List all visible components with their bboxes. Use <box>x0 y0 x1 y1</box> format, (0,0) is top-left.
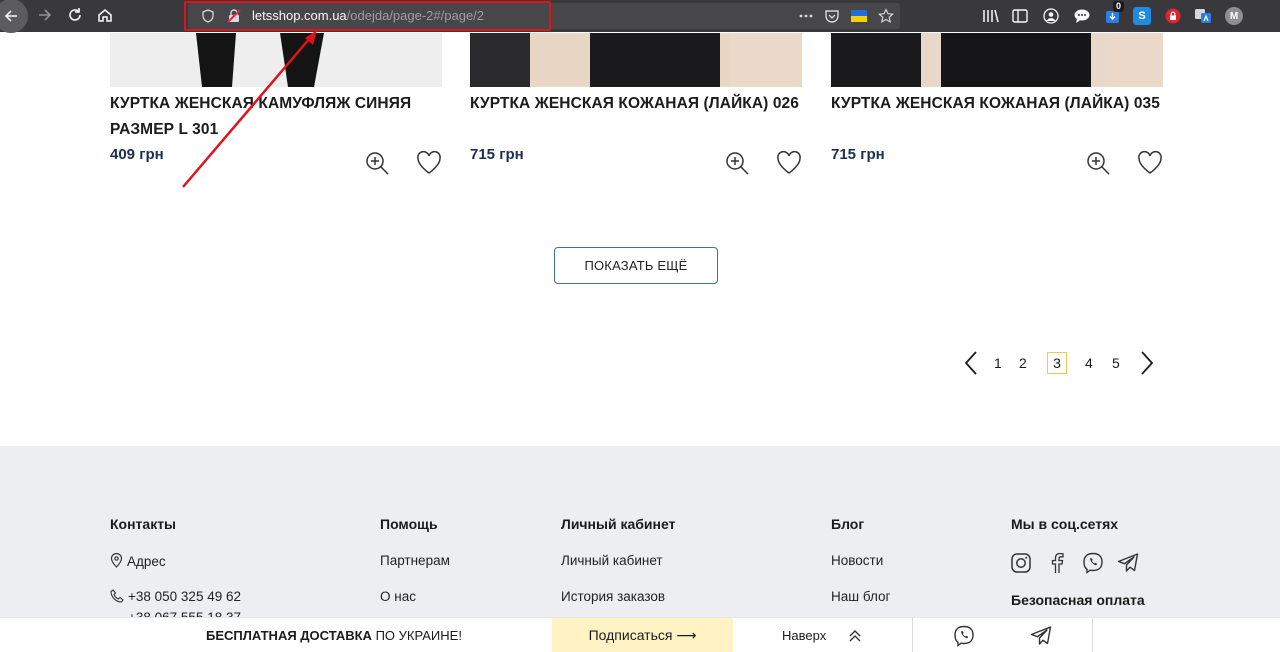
product-card[interactable]: КУРТКА ЖЕНСКАЯ КОЖАНАЯ (ЛАЙКА) 026 715 г… <box>470 33 802 175</box>
to-top-label: Наверх <box>782 628 827 643</box>
page-1[interactable]: 1 <box>994 352 1002 374</box>
url-path: /odejda/page-2#/page/2 <box>346 8 485 23</box>
product-price: 715 грн <box>470 146 524 163</box>
page-5[interactable]: 5 <box>1112 352 1120 374</box>
footer-link-orders[interactable]: История заказов <box>561 589 665 604</box>
library-icon[interactable] <box>982 7 1000 25</box>
free-delivery-banner: БЕСПЛАТНАЯ ДОСТАВКА ПО УКРАИНЕ! <box>206 628 462 643</box>
footer-payment-title: Безопасная оплата <box>1011 592 1145 608</box>
to-top-button[interactable]: Наверх <box>782 628 826 643</box>
footer-social: Мы в соц.сетях Безопасная оплата <box>1011 516 1145 608</box>
viber-icon[interactable] <box>953 625 975 647</box>
url-text[interactable]: letsshop.com.ua/odejda/page-2#/page/2 <box>252 8 484 23</box>
instagram-icon[interactable] <box>1010 552 1032 574</box>
footer-link-about[interactable]: О нас <box>380 589 416 604</box>
page-actions-icon[interactable] <box>798 8 814 24</box>
footer-account-title: Личный кабинет <box>561 516 676 532</box>
pagination: 1 2 3 4 5 <box>960 350 1160 376</box>
product-image[interactable] <box>110 33 442 87</box>
extension-badge: 0 <box>1113 1 1125 12</box>
phone-link[interactable]: +38 050 325 49 62 <box>110 589 241 604</box>
product-title[interactable]: КУРТКА ЖЕНСКАЯ КОЖАНАЯ (ЛАЙКА) 035 <box>831 91 1171 117</box>
footer-link-account[interactable]: Личный кабинет <box>561 553 663 568</box>
s-extension-icon[interactable]: S <box>1133 7 1151 25</box>
reload-button[interactable] <box>60 0 90 30</box>
sidebar-icon[interactable] <box>1011 7 1029 25</box>
page-2[interactable]: 2 <box>1019 352 1027 374</box>
address-text: Адрес <box>127 554 166 569</box>
footer-help-title: Помощь <box>380 516 438 532</box>
page-4[interactable]: 4 <box>1085 352 1093 374</box>
footer-help: Помощь Партнерам О нас <box>380 516 450 604</box>
phone-1: +38 050 325 49 62 <box>128 589 241 604</box>
show-more-button[interactable]: ПОКАЗАТЬ ЕЩЁ <box>554 247 718 284</box>
account-icon[interactable] <box>1042 7 1060 25</box>
product-title[interactable]: КУРТКА ЖЕНСКАЯ КОЖАНАЯ (ЛАЙКА) 026 <box>470 91 810 117</box>
page-3-current[interactable]: 3 <box>1047 352 1067 374</box>
reload-icon <box>69 8 81 21</box>
delivery-bold: БЕСПЛАТНАЯ ДОСТАВКА <box>206 628 372 643</box>
chevron-left-icon[interactable] <box>962 350 980 376</box>
heart-icon[interactable] <box>776 150 802 176</box>
footer-account: Личный кабинет Личный кабинет История за… <box>561 516 676 604</box>
viber-icon[interactable] <box>1082 552 1104 574</box>
divider <box>912 618 913 652</box>
bottom-sticky-bar: БЕСПЛАТНАЯ ДОСТАВКА ПО УКРАИНЕ! Подписат… <box>0 617 1280 652</box>
zoom-in-icon[interactable] <box>1085 150 1111 176</box>
bookmark-star-icon[interactable] <box>878 8 894 24</box>
divider <box>1092 618 1093 652</box>
zoom-in-icon[interactable] <box>724 150 750 176</box>
footer-contacts: Контакты Адрес +38 050 325 49 62 +38 067… <box>110 516 241 625</box>
footer-contacts-title: Контакты <box>110 516 177 532</box>
browser-toolbar: letsshop.com.ua/odejda/page-2#/page/2 0 … <box>0 0 1280 33</box>
telegram-icon[interactable] <box>1030 625 1052 647</box>
zoom-in-icon[interactable] <box>364 150 390 176</box>
ukraine-flag-icon[interactable] <box>851 8 867 24</box>
forward-button[interactable] <box>30 0 60 30</box>
chat-extension-icon[interactable] <box>1073 7 1091 25</box>
footer-social-title: Мы в соц.сетях <box>1011 516 1119 532</box>
subscribe-button[interactable]: Подписаться ⟶ <box>552 618 733 652</box>
lock-extension-icon[interactable] <box>1164 7 1182 25</box>
facebook-icon[interactable] <box>1046 552 1068 574</box>
chevron-right-icon[interactable] <box>1138 350 1156 376</box>
profile-avatar[interactable]: M <box>1225 7 1243 25</box>
double-chevron-up-icon[interactable] <box>847 628 863 644</box>
translate-extension-icon[interactable] <box>1194 7 1212 25</box>
arrow-right-icon <box>39 9 52 21</box>
shield-icon[interactable] <box>200 8 216 24</box>
footer-blog-title: Блог <box>831 516 865 532</box>
arrow-left-icon <box>4 10 17 22</box>
product-card[interactable]: КУРТКА ЖЕНСКАЯ КАМУФЛЯЖ СИНЯЯ РАЗМЕР L 3… <box>110 33 442 175</box>
phone-icon <box>110 589 124 603</box>
url-host: letsshop.com.ua <box>252 8 347 23</box>
product-price: 409 грн <box>110 146 164 163</box>
insecure-lock-icon[interactable] <box>226 8 242 24</box>
heart-icon[interactable] <box>416 150 442 176</box>
url-bar[interactable]: letsshop.com.ua/odejda/page-2#/page/2 <box>188 3 900 29</box>
product-image[interactable] <box>470 33 802 87</box>
home-icon <box>98 9 112 22</box>
page-root: letsshop.com.ua/odejda/page-2#/page/2 0 … <box>0 0 1280 652</box>
pocket-icon[interactable] <box>824 8 840 24</box>
delivery-rest: ПО УКРАИНЕ! <box>371 628 462 643</box>
footer-link-partners[interactable]: Партнерам <box>380 553 450 568</box>
home-button[interactable] <box>90 0 120 30</box>
product-image[interactable] <box>831 33 1163 87</box>
product-card[interactable]: КУРТКА ЖЕНСКАЯ КОЖАНАЯ (ЛАЙКА) 035 715 г… <box>831 33 1163 175</box>
footer-blog: Блог Новости Наш блог <box>831 516 890 604</box>
footer-link-news[interactable]: Новости <box>831 553 883 568</box>
telegram-icon[interactable] <box>1117 552 1139 574</box>
back-button[interactable] <box>0 0 28 33</box>
product-price: 715 грн <box>831 146 885 163</box>
address-link[interactable]: Адрес <box>110 552 166 569</box>
footer-link-blog[interactable]: Наш блог <box>831 589 890 604</box>
download-extension-icon[interactable]: 0 <box>1104 1 1125 25</box>
heart-icon[interactable] <box>1137 150 1163 176</box>
location-pin-icon <box>110 552 123 568</box>
product-title[interactable]: КУРТКА ЖЕНСКАЯ КАМУФЛЯЖ СИНЯЯ РАЗМЕР L 3… <box>110 91 450 143</box>
